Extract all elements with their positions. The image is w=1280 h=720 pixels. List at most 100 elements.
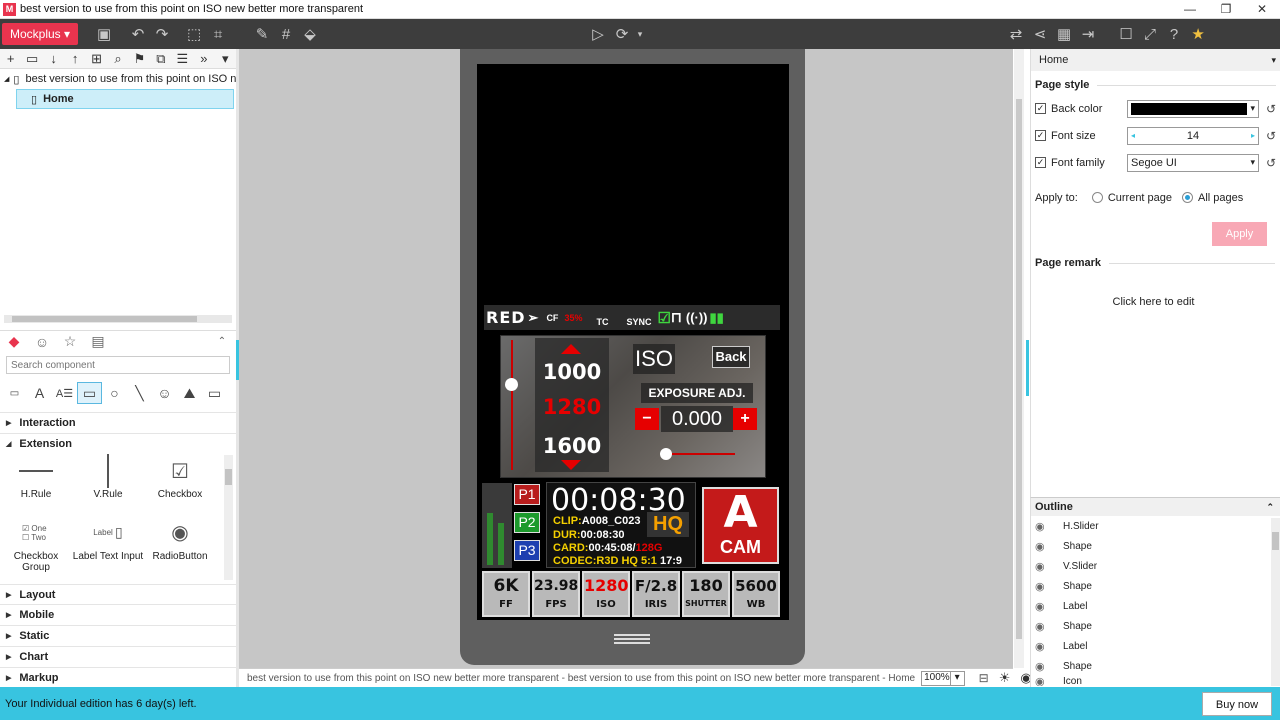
font-family-checkbox[interactable]: ✓ xyxy=(1035,157,1046,168)
tile-shutter[interactable]: 180 SHUTTER xyxy=(682,571,730,617)
category-chart[interactable]: ▶ Chart xyxy=(0,646,236,666)
page-remark-editor[interactable]: Click here to edit xyxy=(1031,296,1276,308)
template-icon[interactable]: ▤ xyxy=(84,333,112,350)
apply-button[interactable]: Apply xyxy=(1212,222,1267,246)
line-component-icon[interactable]: ╲ xyxy=(127,385,152,402)
tile-iris[interactable]: F/2.8 IRIS xyxy=(632,571,680,617)
current-page-radio[interactable] xyxy=(1091,192,1103,203)
canvas-vertical-scrollbar[interactable] xyxy=(1014,49,1024,668)
font-size-stepper[interactable]: ◂ 14 ▸ xyxy=(1127,126,1259,145)
arrow-down-icon[interactable]: ↓ xyxy=(43,51,64,66)
preset-p2-button[interactable]: P2 xyxy=(514,512,540,533)
redo-icon[interactable]: ↷ xyxy=(150,25,174,43)
face-component-icon[interactable]: ☺ xyxy=(152,385,177,401)
paragraph-component-icon[interactable]: A☰ xyxy=(52,387,77,400)
tree-page-home[interactable]: ▯ Home xyxy=(16,89,234,109)
checkbox-component[interactable]: ☑ Checkbox xyxy=(144,453,216,511)
image-component-icon[interactable]: ⛰ xyxy=(177,385,202,402)
back-button[interactable]: Back xyxy=(712,346,750,368)
vertical-slider-track[interactable] xyxy=(511,340,513,470)
iso-picker[interactable]: 1000 1280 1600 xyxy=(535,338,609,472)
label-text-input-component[interactable]: Label ▯ Label Text Input xyxy=(72,515,144,584)
outline-item[interactable]: ◉ Shape xyxy=(1031,576,1280,596)
category-static[interactable]: ▶ Static xyxy=(0,625,236,645)
sun-icon[interactable]: ☀ xyxy=(999,670,1011,686)
flag-icon[interactable]: ⚑ xyxy=(129,51,150,67)
category-mobile[interactable]: ▶ Mobile xyxy=(0,604,236,624)
grid-icon[interactable]: # xyxy=(274,26,298,43)
tile-wb[interactable]: 5600 WB xyxy=(732,571,780,617)
tree-project[interactable]: ◢ ▯ best version to use from this point … xyxy=(0,69,236,89)
iso-down-arrow-icon[interactable] xyxy=(561,460,581,470)
list-icon[interactable]: ☰ xyxy=(172,51,193,67)
horizontal-slider-track[interactable] xyxy=(661,453,735,455)
iso-up-arrow-icon[interactable] xyxy=(561,344,581,354)
radiobutton-component[interactable]: ◉ RadioButton xyxy=(144,515,216,584)
collapse-outline-icon[interactable]: ⌃ xyxy=(1266,502,1274,513)
restore-icon[interactable]: ❐ xyxy=(1208,2,1244,16)
hrule-component[interactable]: H.Rule xyxy=(0,453,72,511)
component-search-input[interactable] xyxy=(6,356,230,374)
qr-icon[interactable]: ▦ xyxy=(1052,25,1076,43)
arrow-up-icon[interactable]: ↑ xyxy=(64,51,85,66)
exposure-minus-button[interactable]: − xyxy=(635,408,659,430)
checkbox-group-component[interactable]: ☑ One ☐ Two Checkbox Group xyxy=(0,515,72,584)
category-layout[interactable]: ▶ Layout xyxy=(0,584,236,604)
text-component-icon[interactable]: A xyxy=(27,385,52,401)
category-extension[interactable]: ◢ Extension xyxy=(0,433,236,453)
outline-item[interactable]: ◉ Shape xyxy=(1031,656,1280,676)
smiley-icon[interactable]: ☺ xyxy=(28,334,56,350)
outline-item[interactable]: ◉ Label xyxy=(1031,596,1280,616)
play-icon[interactable]: ▷ xyxy=(586,25,610,43)
save-icon[interactable]: ▣ xyxy=(92,25,116,43)
add-icon[interactable]: + xyxy=(0,51,21,66)
outline-item[interactable]: ◉ Shape xyxy=(1031,616,1280,636)
exposure-plus-button[interactable]: + xyxy=(733,408,757,430)
reset-icon[interactable]: ↺ xyxy=(1262,102,1280,116)
horizontal-slider-thumb[interactable] xyxy=(660,448,672,460)
reset-icon[interactable]: ↺ xyxy=(1262,156,1280,170)
fullscreen-icon[interactable]: ⤢ xyxy=(1138,26,1162,43)
zoom-select[interactable]: 100% ▾ xyxy=(921,670,965,686)
collapse-icon[interactable]: ▾ xyxy=(1271,55,1276,66)
window-icon[interactable]: ☐ xyxy=(1114,25,1138,43)
outline-item[interactable]: ◉ V.Slider xyxy=(1031,556,1280,576)
font-size-checkbox[interactable]: ✓ xyxy=(1035,130,1046,141)
crop-icon[interactable]: ⌗ xyxy=(206,26,230,43)
undo-icon[interactable]: ↶ xyxy=(126,25,150,43)
tile-resolution[interactable]: 6K FF xyxy=(482,571,530,617)
buy-now-button[interactable]: Buy now xyxy=(1202,691,1272,716)
input-component-icon[interactable]: ▭ xyxy=(202,385,227,402)
outline-item[interactable]: ◉ Label xyxy=(1031,636,1280,656)
tree-horizontal-scrollbar[interactable] xyxy=(4,315,232,323)
category-interaction[interactable]: ▶ Interaction xyxy=(0,412,236,432)
vertical-slider-thumb[interactable] xyxy=(505,378,518,391)
button-component-icon[interactable]: ▭ xyxy=(2,388,27,399)
rectangle-component-icon[interactable]: ▭ xyxy=(77,382,102,404)
outline-scrollbar[interactable] xyxy=(1271,518,1280,686)
swap-icon[interactable]: ⇄ xyxy=(1004,25,1028,43)
font-family-select[interactable]: Segoe UI ▾ xyxy=(1127,153,1259,172)
select-icon[interactable]: ⬚ xyxy=(182,25,206,43)
tile-iso[interactable]: 1280 ISO xyxy=(582,571,630,617)
outline-item[interactable]: ◉ Shape xyxy=(1031,536,1280,556)
minimize-icon[interactable]: — xyxy=(1172,2,1208,16)
help-icon[interactable]: ? xyxy=(1162,26,1186,43)
search-icon[interactable]: ⌕ xyxy=(107,51,128,67)
copy-icon[interactable]: ⧉ xyxy=(150,51,171,67)
mockplus-menu-button[interactable]: Mockplus ▾ xyxy=(2,23,79,45)
close-icon[interactable]: ✕ xyxy=(1244,2,1280,16)
export-icon[interactable]: ⇥ xyxy=(1076,25,1100,43)
folder-icon[interactable]: ▭ xyxy=(21,51,42,67)
outline-item[interactable]: ◉ Icon xyxy=(1031,676,1280,686)
star-icon[interactable]: ☆ xyxy=(56,333,84,350)
category-markup[interactable]: ▶ Markup xyxy=(0,667,236,687)
collapse-arrow-icon[interactable]: ◢ xyxy=(4,75,9,83)
brush-icon[interactable]: ✎ xyxy=(250,25,274,43)
preset-p3-button[interactable]: P3 xyxy=(514,540,540,561)
fit-icon[interactable]: ⊟ xyxy=(979,671,989,685)
all-pages-radio[interactable] xyxy=(1182,192,1194,203)
more-icon[interactable]: » xyxy=(193,51,214,66)
fill-icon[interactable]: ⬙ xyxy=(298,25,322,43)
back-color-checkbox[interactable]: ✓ xyxy=(1035,103,1046,114)
